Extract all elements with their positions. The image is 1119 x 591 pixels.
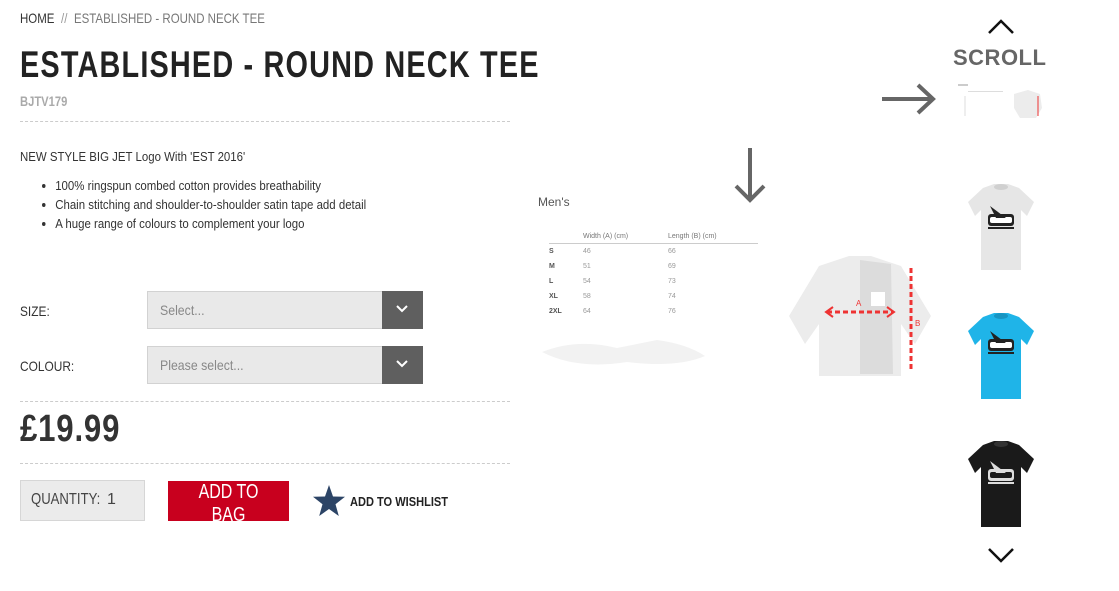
length-cell: 73 <box>668 278 676 285</box>
table-row: S 46 66 <box>549 244 758 260</box>
diagram-label-a: A <box>856 299 862 308</box>
colour-label: COLOUR: <box>20 358 75 374</box>
size-chart-heading: Men's <box>538 195 570 209</box>
blue-tee-thumbnail[interactable] <box>966 313 1036 403</box>
black-tee-image <box>968 441 1034 527</box>
white-tee-image <box>968 184 1034 270</box>
width-cell: 64 <box>583 308 591 315</box>
size-select[interactable]: Select... <box>147 291 423 329</box>
quantity-box: QUANTITY: <box>20 480 145 521</box>
size-cell: M <box>549 263 555 270</box>
scroll-up-button[interactable] <box>986 18 1016 36</box>
divider <box>20 463 510 464</box>
size-label: SIZE: <box>20 303 50 319</box>
table-row: XL 58 74 <box>549 289 758 304</box>
white-tee-thumbnail[interactable] <box>966 184 1036 274</box>
diagram-label-b: B <box>915 319 920 328</box>
feature-item: Chain stitching and shoulder-to-shoulder… <box>55 195 366 214</box>
product-description: NEW STYLE BIG JET Logo With 'EST 2016' <box>20 149 246 164</box>
quantity-input[interactable] <box>107 488 137 512</box>
colour-select[interactable]: Please select... <box>147 346 423 384</box>
table-row: 2XL 64 76 <box>549 304 758 319</box>
col-width-header: Width (A) <box>583 233 613 240</box>
star-icon <box>313 485 345 516</box>
size-chart-table: Width (A) (cm) Length (B) (cm) S 46 66 M 51… <box>549 233 758 319</box>
size-cell: L <box>549 278 554 285</box>
add-to-bag-label: ADD TO BAG <box>198 481 259 526</box>
divider <box>20 121 510 122</box>
feature-item: 100% ringspun combed cotton provides bre… <box>55 176 366 195</box>
width-cell: 51 <box>583 263 591 270</box>
chevron-down-icon <box>396 360 408 368</box>
size-select-value: Select... <box>160 302 205 318</box>
size-chart-thumbnail[interactable] <box>958 78 1044 126</box>
size-dropdown-button[interactable] <box>382 291 423 329</box>
col-length-header: Length (B) <box>668 233 701 240</box>
faded-logo-graphic <box>542 340 705 365</box>
blue-tee-image <box>968 313 1034 399</box>
width-cell: 54 <box>583 278 591 285</box>
add-to-bag-button[interactable]: ADD TO BAG <box>168 481 289 526</box>
breadcrumb-home-link[interactable]: HOME <box>20 10 54 26</box>
size-chart-image: Men's Width (A) (cm) Length (B) (cm) S 46… <box>537 190 937 390</box>
scroll-label: SCROLL <box>953 45 1047 70</box>
width-cell: 46 <box>583 248 591 255</box>
feature-item: A huge range of colours to complement yo… <box>55 214 366 233</box>
breadcrumb: HOME // ESTABLISHED - ROUND NECK TEE <box>20 10 265 26</box>
size-cell: S <box>549 248 554 255</box>
arrow-right-icon <box>882 83 936 115</box>
product-title: ESTABLISHED - ROUND NECK TEE <box>20 44 540 85</box>
feature-list: 100% ringspun combed cotton provides bre… <box>20 176 366 233</box>
table-row: M 51 69 <box>549 259 758 274</box>
chevron-down-icon <box>396 305 408 313</box>
colour-select-value: Please select... <box>160 357 244 373</box>
length-cell: 74 <box>668 293 676 300</box>
length-cell: 69 <box>668 263 676 270</box>
colour-dropdown-button[interactable] <box>382 346 423 384</box>
scroll-down-button[interactable] <box>986 546 1016 564</box>
quantity-label: QUANTITY: <box>31 491 101 508</box>
add-to-wishlist-link[interactable]: ADD TO WISHLIST <box>312 484 465 518</box>
product-price: £19.99 <box>20 408 121 450</box>
width-cell: 58 <box>583 293 591 300</box>
size-chart-header-row: Width (A) (cm) Length (B) (cm) <box>549 233 758 244</box>
size-cell: 2XL <box>549 308 562 315</box>
size-chart-thumb-image <box>958 84 1042 118</box>
breadcrumb-separator: // <box>61 10 68 26</box>
table-row: L 54 73 <box>549 274 758 289</box>
shirt-measurement-diagram: A B <box>789 256 931 376</box>
unit-label: (cm) <box>614 233 629 240</box>
size-cell: XL <box>549 293 558 300</box>
black-tee-thumbnail[interactable] <box>966 441 1036 531</box>
product-sku: BJTV179 <box>20 93 68 109</box>
length-cell: 76 <box>668 308 676 315</box>
unit-label: (cm) <box>702 233 717 240</box>
breadcrumb-current: ESTABLISHED - ROUND NECK TEE <box>73 10 265 26</box>
divider <box>20 401 510 402</box>
wishlist-label: ADD TO WISHLIST <box>350 493 449 509</box>
length-cell: 66 <box>668 248 676 255</box>
